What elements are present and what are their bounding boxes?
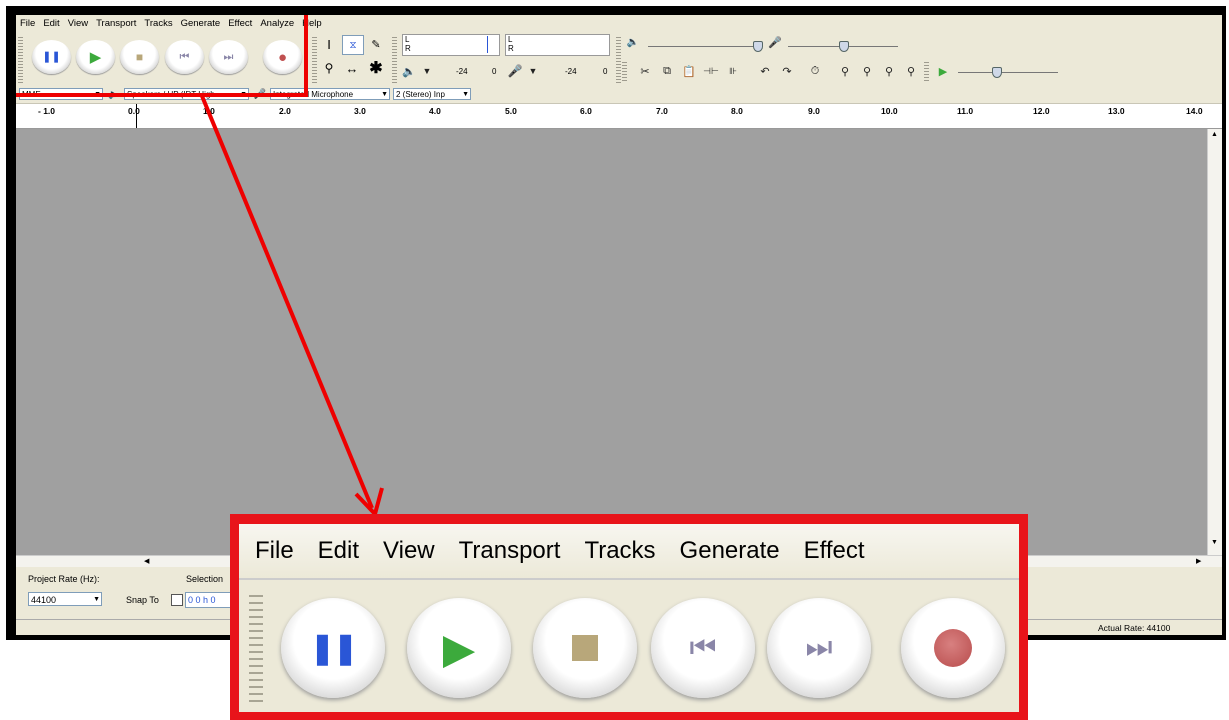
menu-effect[interactable]: Effect [792,537,877,565]
zoom-inset-content: File Edit View Transport Tracks Generate… [239,524,1019,712]
skip-start-button[interactable]: ⏮ [651,598,755,698]
menu-generate[interactable]: Generate [668,537,792,565]
skip-end-button[interactable]: ⏭ [767,598,871,698]
menu-transport[interactable]: Transport [447,537,573,565]
menu-view[interactable]: View [371,537,447,565]
toolbar-grip[interactable] [249,590,263,704]
play-icon: ▶ [442,624,476,672]
stop-icon [572,635,598,661]
skip-start-icon: ⏮ [689,631,717,664]
skip-end-icon: ⏭ [805,631,833,664]
menu-edit[interactable]: Edit [306,537,371,565]
stop-button[interactable] [533,598,637,698]
play-button[interactable]: ▶ [407,598,511,698]
pause-button[interactable]: ❚❚ [281,598,385,698]
record-icon [934,629,972,667]
pause-icon: ❚❚ [309,631,358,665]
zoom-inset: File Edit View Transport Tracks Generate… [230,514,1028,720]
menu-file[interactable]: File [239,537,306,565]
record-button[interactable] [901,598,1005,698]
zoomed-menubar: File Edit View Transport Tracks Generate… [239,524,1019,580]
menu-tracks[interactable]: Tracks [572,537,667,565]
